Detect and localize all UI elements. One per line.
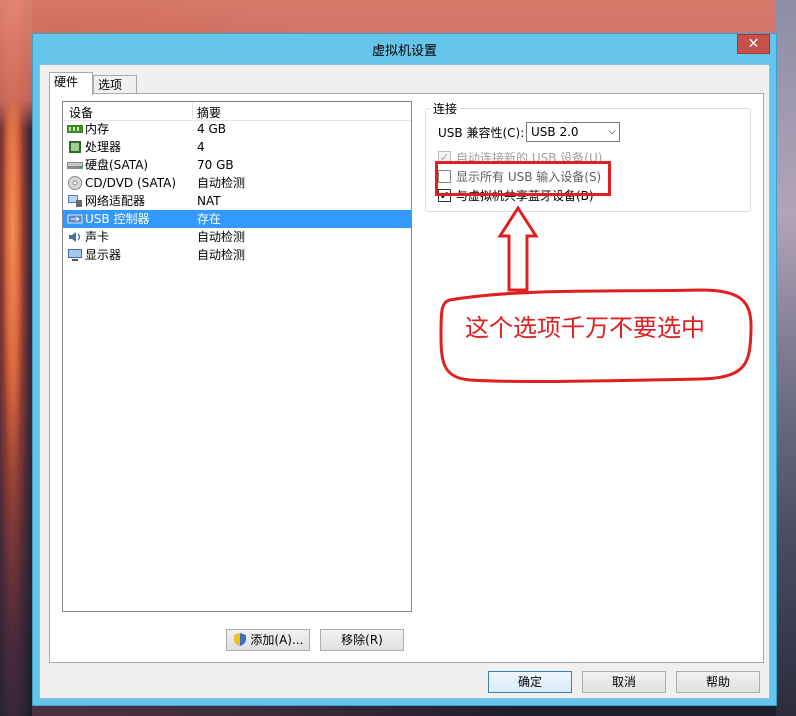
annotation-arrow xyxy=(497,205,539,292)
tab-hardware[interactable]: 硬件 xyxy=(49,72,93,95)
annotation-callout-text: 这个选项千万不要选中 xyxy=(465,314,705,342)
annotation-overlay xyxy=(439,205,753,384)
